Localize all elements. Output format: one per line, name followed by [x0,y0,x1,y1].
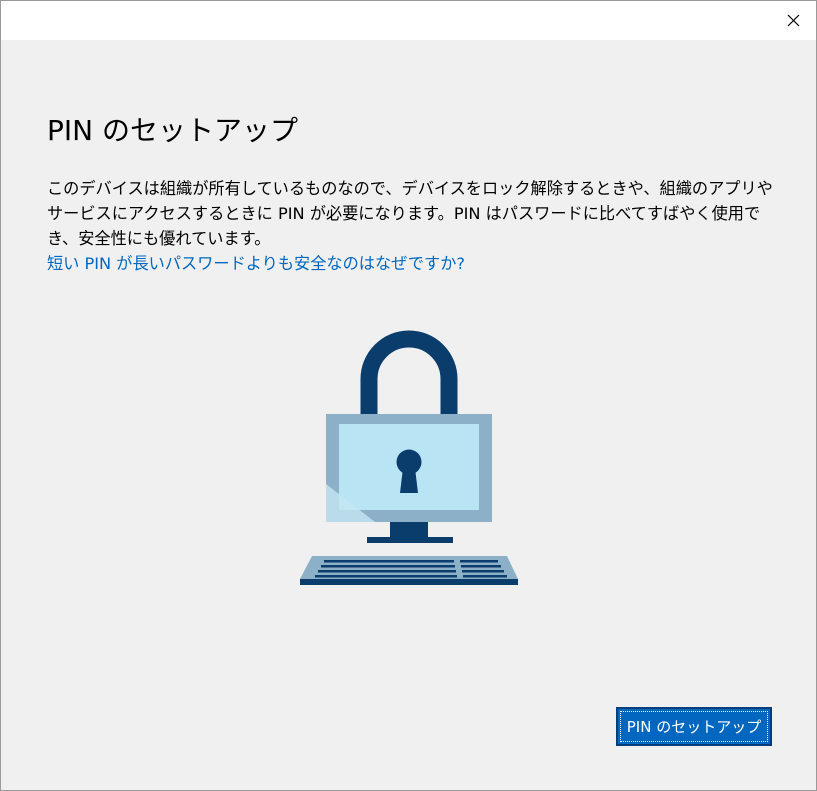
setup-pin-button-label: PIN のセットアップ [626,718,762,736]
pin-setup-dialog: PIN のセットアップ このデバイスは組織が所有しているものなので、デバイスをロ… [0,0,817,791]
close-icon [787,14,800,27]
title-bar [1,1,816,40]
setup-pin-button[interactable]: PIN のセットアップ [616,707,772,746]
padlock-computer-icon [300,330,518,585]
why-pin-safer-link[interactable]: 短い PIN が長いパスワードよりも安全なのはなぜですか? [47,251,465,276]
close-button[interactable] [770,1,816,40]
page-title: PIN のセットアップ [47,114,298,147]
description-text: このデバイスは組織が所有しているものなので、デバイスをロック解除するときや、組織… [47,179,773,248]
